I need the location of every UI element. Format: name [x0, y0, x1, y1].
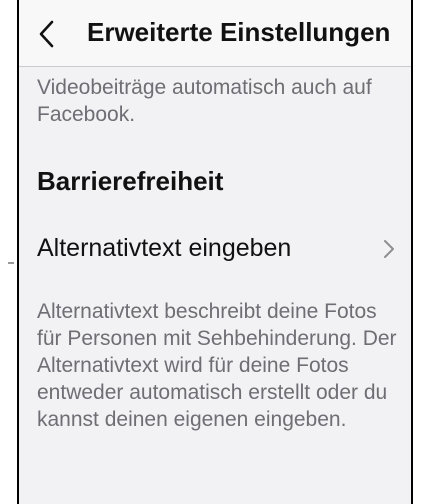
alt-text-row-label: Alternativtext eingeben — [37, 234, 292, 262]
page-title: Erweiterte Einstellungen — [87, 17, 391, 47]
chevron-left-icon — [39, 20, 54, 48]
alt-text-description: Alternativtext beschreibt deine Fotos fü… — [37, 300, 397, 431]
intro-text: Videobeiträge automatisch auch auf Faceb… — [37, 76, 372, 126]
back-button[interactable] — [37, 18, 59, 50]
chevron-right-icon — [384, 240, 394, 258]
edge-mark — [8, 262, 14, 264]
navigation-bar: Erweiterte Einstellungen — [19, 0, 411, 67]
section-title-accessibility: Barrierefreiheit — [37, 166, 224, 196]
settings-screen: Erweiterte Einstellungen Videobeiträge a… — [17, 0, 413, 504]
alt-text-row[interactable]: Alternativtext eingeben — [19, 222, 411, 278]
